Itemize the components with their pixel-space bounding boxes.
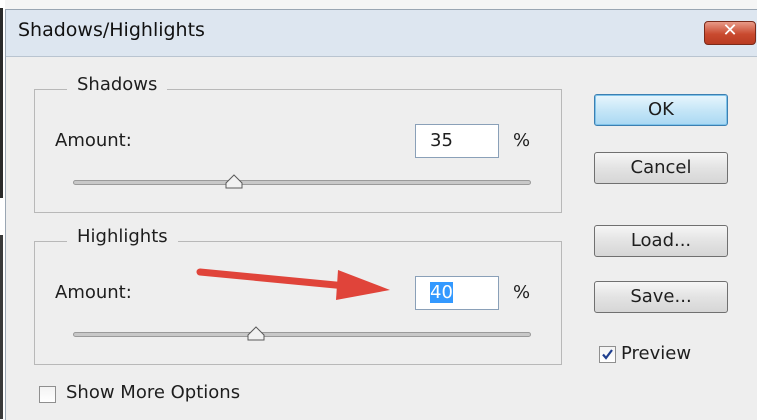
close-icon: ✕	[722, 20, 738, 41]
slider-thumb-icon	[247, 326, 265, 341]
red-arrow-annotation	[196, 268, 390, 300]
slider-thumb-icon	[225, 174, 243, 189]
title-bar[interactable]: Shadows/Highlights ✕	[6, 10, 757, 57]
load-button[interactable]: Load...	[594, 225, 728, 257]
highlights-amount-value: 40	[430, 282, 453, 303]
dialog-title: Shadows/Highlights	[18, 19, 205, 41]
background-edge-dark	[0, 8, 3, 198]
show-more-options-label[interactable]: Show More Options	[66, 382, 240, 403]
show-more-options-checkbox[interactable]	[39, 386, 56, 403]
highlights-percent-unit: %	[513, 282, 531, 303]
background-edge-dark-lower	[0, 235, 3, 419]
ok-button[interactable]: OK	[594, 94, 728, 126]
shadows-group: Shadows Amount: 35 %	[34, 74, 562, 213]
shadows-amount-value: 35	[430, 130, 453, 151]
shadows-amount-label: Amount:	[55, 130, 132, 151]
shadows-percent-unit: %	[513, 130, 531, 151]
highlights-legend: Highlights	[67, 226, 178, 247]
highlights-group: Highlights Amount: 40 %	[34, 226, 562, 365]
checkmark-icon	[602, 349, 613, 360]
shadows-legend: Shadows	[67, 74, 168, 95]
highlights-amount-slider[interactable]	[73, 326, 531, 341]
highlights-amount-input[interactable]: 40	[415, 276, 499, 310]
save-button[interactable]: Save...	[594, 281, 728, 313]
shadows-amount-slider[interactable]	[73, 174, 531, 189]
preview-checkbox[interactable]	[599, 346, 616, 363]
close-button[interactable]: ✕	[704, 20, 756, 45]
preview-label[interactable]: Preview	[621, 343, 691, 364]
shadows-highlights-dialog: Shadows/Highlights ✕ Shadows Amount: 35 …	[5, 9, 757, 420]
highlights-amount-label: Amount:	[55, 282, 132, 303]
cancel-button[interactable]: Cancel	[594, 152, 728, 184]
shadows-amount-input[interactable]: 35	[415, 124, 499, 158]
